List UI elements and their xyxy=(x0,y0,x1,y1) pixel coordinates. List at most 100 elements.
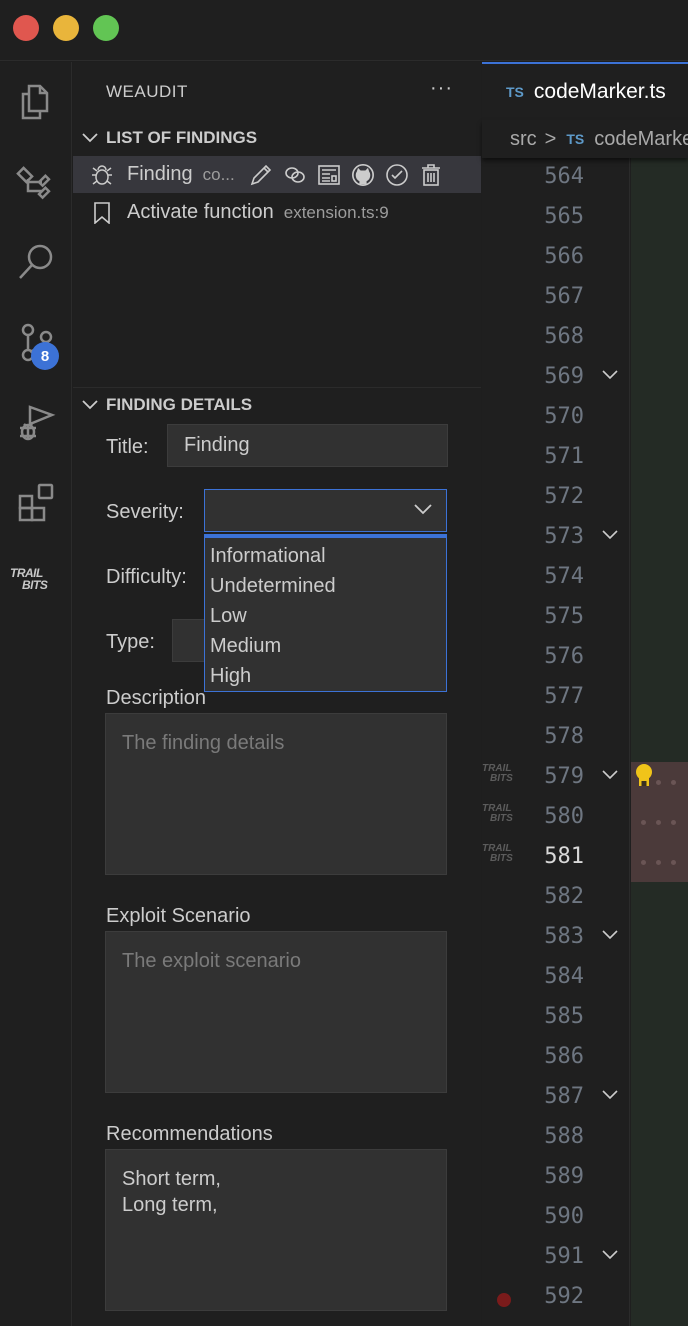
sidebar: WEAUDIT ··· LIST OF FINDINGS Finding co.… xyxy=(73,62,481,1326)
line-573: 573 xyxy=(482,518,630,558)
files-icon xyxy=(21,84,49,120)
line-565: 565 xyxy=(482,198,630,238)
search-icon xyxy=(19,244,53,279)
fold-chevron-icon[interactable] xyxy=(602,1090,618,1100)
breadcrumb-file[interactable]: codeMarker.ts xyxy=(594,128,688,151)
finding-list-item[interactable]: Finding co... xyxy=(73,156,481,193)
lightbulb-icon[interactable] xyxy=(633,762,655,790)
recommendations-textarea[interactable]: Short term, Long term, xyxy=(105,1149,447,1311)
line-number: 575 xyxy=(544,604,584,629)
list-of-findings-header[interactable]: LIST OF FINDINGS xyxy=(73,123,481,153)
fold-chevron-icon[interactable] xyxy=(602,370,618,380)
line-number: 585 xyxy=(544,1004,584,1029)
severity-option[interactable]: Medium xyxy=(205,631,446,661)
line-number: 572 xyxy=(544,484,584,509)
line-number: 588 xyxy=(544,1124,584,1149)
activity-weaudit-tree[interactable] xyxy=(0,142,72,222)
line-583: 583 xyxy=(482,918,630,958)
severity-option[interactable]: High xyxy=(205,661,446,691)
link-icon[interactable] xyxy=(283,163,307,187)
line-578: 578 xyxy=(482,718,630,758)
title-input[interactable]: Finding xyxy=(167,424,448,467)
line-582: 582 xyxy=(482,878,630,918)
more-actions-button[interactable]: ··· xyxy=(430,77,453,100)
resolve-icon[interactable] xyxy=(385,163,409,187)
line-588: 588 xyxy=(482,1118,630,1158)
finding-details-header[interactable]: FINDING DETAILS xyxy=(73,390,481,420)
fold-chevron-icon[interactable] xyxy=(602,530,618,540)
breadcrumb-folder[interactable]: src xyxy=(510,128,537,151)
activity-source-control[interactable] xyxy=(0,302,72,382)
trailbits-marker-icon: TRAIL BITS xyxy=(482,843,513,864)
line-number: 568 xyxy=(544,324,584,349)
line-number: 591 xyxy=(544,1244,584,1269)
description-textarea[interactable]: The finding details xyxy=(105,713,447,875)
line-number: 576 xyxy=(544,644,584,669)
code-area[interactable] xyxy=(631,158,688,1326)
trailbits-marker-icon: TRAIL BITS xyxy=(482,803,513,824)
typescript-icon: TS xyxy=(566,131,585,147)
run-debug-icon xyxy=(20,405,56,441)
severity-select[interactable] xyxy=(204,489,447,532)
title-bar xyxy=(0,0,688,61)
tab-codemarker[interactable]: TS codeMarker.ts xyxy=(482,62,688,120)
fold-chevron-icon[interactable] xyxy=(602,930,618,940)
line-number: 566 xyxy=(544,244,584,269)
severity-option[interactable]: Low xyxy=(205,601,446,631)
finding-list-item[interactable]: Activate function extension.ts:9 xyxy=(73,194,481,231)
sidebar-title: WEAUDIT xyxy=(106,82,188,101)
line-number: 574 xyxy=(544,564,584,589)
line-number: 578 xyxy=(544,724,584,749)
line-566: 566 xyxy=(482,238,630,278)
severity-option[interactable]: Informational xyxy=(205,541,446,571)
line-number: 565 xyxy=(544,204,584,229)
activity-extensions[interactable] xyxy=(0,462,72,542)
line-591: 591 xyxy=(482,1238,630,1278)
line-number: 580 xyxy=(544,804,584,829)
line-number: 590 xyxy=(544,1204,584,1229)
activity-bar: 8 TRAIL BITS xyxy=(0,62,72,1326)
line-number: 564 xyxy=(544,164,584,189)
trailbits-marker-icon: TRAIL BITS xyxy=(482,763,513,784)
line-number: 577 xyxy=(544,684,584,709)
delete-icon[interactable] xyxy=(419,163,443,187)
line-576: 576 xyxy=(482,638,630,678)
line-574: 574 xyxy=(482,558,630,598)
extensions-icon xyxy=(18,483,54,522)
line-577: 577 xyxy=(482,678,630,718)
exploit-scenario-textarea[interactable]: The exploit scenario xyxy=(105,931,447,1093)
severity-dropdown-list: Informational Undetermined Low Medium Hi… xyxy=(204,534,447,692)
activity-search[interactable] xyxy=(0,222,72,302)
breakpoint-icon[interactable] xyxy=(497,1293,511,1307)
activity-run-debug[interactable] xyxy=(0,382,72,462)
line-581: 581 TRAIL BITS xyxy=(482,838,630,878)
line-number: 569 xyxy=(544,364,584,389)
severity-option[interactable]: Undetermined xyxy=(205,571,446,601)
line-number: 592 xyxy=(544,1284,584,1309)
chevron-down-icon xyxy=(73,400,106,410)
activity-explorer[interactable] xyxy=(0,62,72,142)
details-icon[interactable] xyxy=(317,163,341,187)
bug-icon xyxy=(92,164,112,185)
edit-icon[interactable] xyxy=(249,163,273,187)
window-minimize-button[interactable] xyxy=(53,15,79,41)
fold-chevron-icon[interactable] xyxy=(602,770,618,780)
line-587: 587 xyxy=(482,1078,630,1118)
typescript-icon: TS xyxy=(506,84,524,100)
line-570: 570 xyxy=(482,398,630,438)
line-584: 584 xyxy=(482,958,630,998)
github-icon[interactable] xyxy=(351,163,375,187)
window-maximize-button[interactable] xyxy=(93,15,119,41)
line-575: 575 xyxy=(482,598,630,638)
line-number: 573 xyxy=(544,524,584,549)
line-number: 571 xyxy=(544,444,584,469)
line-572: 572 xyxy=(482,478,630,518)
window-close-button[interactable] xyxy=(13,15,39,41)
fold-chevron-icon[interactable] xyxy=(602,1250,618,1260)
chevron-right-icon: > xyxy=(544,127,557,150)
line-586: 586 xyxy=(482,1038,630,1078)
line-592: 592 xyxy=(482,1278,630,1318)
line-number: 582 xyxy=(544,884,584,909)
trailbits-logo[interactable]: TRAIL BITS xyxy=(10,567,60,591)
severity-label: Severity: xyxy=(106,501,184,523)
